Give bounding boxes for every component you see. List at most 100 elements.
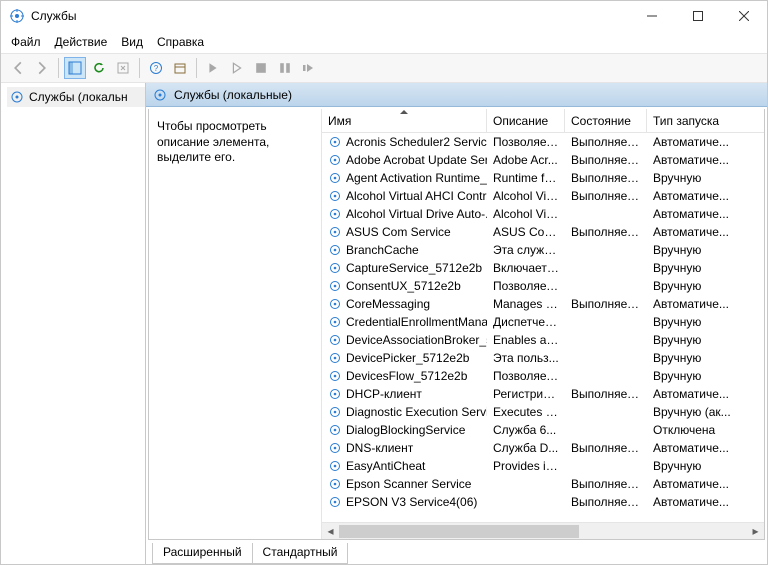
start-service-button[interactable] bbox=[202, 57, 224, 79]
resume-service-button[interactable] bbox=[226, 57, 248, 79]
service-row[interactable]: Epson Scanner ServiceВыполняетсяАвтомати… bbox=[322, 475, 764, 493]
service-row[interactable]: CredentialEnrollmentMana...Диспетчер...В… bbox=[322, 313, 764, 331]
service-row[interactable]: DevicesFlow_5712e2bПозволяет...Вручную bbox=[322, 367, 764, 385]
service-row[interactable]: EPSON V3 Service4(06)ВыполняетсяАвтомати… bbox=[322, 493, 764, 511]
service-row[interactable]: EasyAntiCheatProvides in...Вручную bbox=[322, 457, 764, 475]
service-name: Adobe Acrobat Update Serv... bbox=[346, 153, 487, 167]
service-desc: Позволяет... bbox=[487, 135, 565, 149]
service-row[interactable]: DialogBlockingServiceСлужба 6...Отключен… bbox=[322, 421, 764, 439]
service-row[interactable]: DevicePicker_5712e2bЭта польз...Вручную bbox=[322, 349, 764, 367]
service-start: Автоматиче... bbox=[647, 441, 740, 455]
content-area: Чтобы просмотреть описание элемента, выд… bbox=[148, 109, 765, 540]
gear-icon bbox=[152, 87, 168, 103]
service-name: DNS-клиент bbox=[346, 441, 413, 455]
menu-action[interactable]: Действие bbox=[55, 35, 108, 49]
service-row[interactable]: Adobe Acrobat Update Serv...Adobe Acr...… bbox=[322, 151, 764, 169]
service-row[interactable]: Alcohol Virtual AHCI Contr...Alcohol Vir… bbox=[322, 187, 764, 205]
tab-standard[interactable]: Стандартный bbox=[252, 543, 349, 564]
service-row[interactable]: Alcohol Virtual Drive Auto-...Alcohol Vi… bbox=[322, 205, 764, 223]
service-row[interactable]: BranchCacheЭта служб...Вручную bbox=[322, 241, 764, 259]
svg-text:?: ? bbox=[154, 64, 159, 73]
gear-icon bbox=[328, 351, 342, 365]
gear-icon bbox=[328, 297, 342, 311]
service-name-cell: ASUS Com Service bbox=[322, 225, 487, 239]
service-name-cell: Diagnostic Execution Service bbox=[322, 405, 487, 419]
service-row[interactable]: DHCP-клиентРегистрир...ВыполняетсяАвтома… bbox=[322, 385, 764, 403]
service-row[interactable]: ConsentUX_5712e2bПозволяет...Вручную bbox=[322, 277, 764, 295]
service-name: CaptureService_5712e2b bbox=[346, 261, 482, 275]
column-header-state[interactable]: Состояние bbox=[565, 109, 647, 132]
service-state: Выполняется bbox=[565, 297, 647, 311]
service-name: Agent Activation Runtime_... bbox=[346, 171, 487, 185]
service-start: Автоматиче... bbox=[647, 225, 740, 239]
column-header-name[interactable]: Имя bbox=[322, 109, 487, 132]
service-name-cell: DevicesFlow_5712e2b bbox=[322, 369, 487, 383]
gear-icon bbox=[328, 153, 342, 167]
service-desc: Позволяет... bbox=[487, 369, 565, 383]
scroll-left-arrow[interactable]: ◂ bbox=[322, 523, 339, 540]
service-state: Выполняется bbox=[565, 387, 647, 401]
refresh-button[interactable] bbox=[88, 57, 110, 79]
export-button[interactable] bbox=[112, 57, 134, 79]
show-hide-tree-button[interactable] bbox=[64, 57, 86, 79]
service-name: CoreMessaging bbox=[346, 297, 430, 311]
horizontal-scrollbar[interactable]: ◂ ▸ bbox=[322, 522, 764, 539]
menu-file[interactable]: Файл bbox=[11, 35, 41, 49]
service-row[interactable]: DeviceAssociationBroker_57...Enables ap.… bbox=[322, 331, 764, 349]
pause-service-button[interactable] bbox=[274, 57, 296, 79]
restart-service-button[interactable] bbox=[298, 57, 320, 79]
service-desc: Adobe Acr... bbox=[487, 153, 565, 167]
service-desc: Позволяет... bbox=[487, 279, 565, 293]
titlebar: Службы bbox=[1, 1, 767, 31]
minimize-button[interactable] bbox=[629, 1, 675, 31]
scroll-right-arrow[interactable]: ▸ bbox=[747, 523, 764, 540]
service-name-cell: Acronis Scheduler2 Service bbox=[322, 135, 487, 149]
service-row[interactable]: Acronis Scheduler2 ServiceПозволяет...Вы… bbox=[322, 133, 764, 151]
column-header-start[interactable]: Тип запуска bbox=[647, 109, 740, 132]
gear-icon bbox=[328, 279, 342, 293]
service-desc: Executes di... bbox=[487, 405, 565, 419]
service-name-cell: EPSON V3 Service4(06) bbox=[322, 495, 487, 509]
tab-extended[interactable]: Расширенный bbox=[152, 543, 253, 564]
scroll-thumb[interactable] bbox=[339, 525, 579, 538]
back-button[interactable] bbox=[7, 57, 29, 79]
service-row[interactable]: CaptureService_5712e2bВключает ...Вручну… bbox=[322, 259, 764, 277]
close-button[interactable] bbox=[721, 1, 767, 31]
service-name: DHCP-клиент bbox=[346, 387, 422, 401]
tree-pane: Службы (локальн bbox=[1, 83, 146, 564]
service-name: Acronis Scheduler2 Service bbox=[346, 135, 487, 149]
properties-button[interactable] bbox=[169, 57, 191, 79]
service-state: Выполняется bbox=[565, 171, 647, 185]
forward-button[interactable] bbox=[31, 57, 53, 79]
service-list[interactable]: Acronis Scheduler2 ServiceПозволяет...Вы… bbox=[322, 133, 764, 522]
service-name-cell: Alcohol Virtual Drive Auto-... bbox=[322, 207, 487, 221]
stop-service-button[interactable] bbox=[250, 57, 272, 79]
service-desc: Служба D... bbox=[487, 441, 565, 455]
service-name-cell: DevicePicker_5712e2b bbox=[322, 351, 487, 365]
service-name-cell: EasyAntiCheat bbox=[322, 459, 487, 473]
tree-item-services[interactable]: Службы (локальн bbox=[7, 87, 145, 107]
service-name: DevicePicker_5712e2b bbox=[346, 351, 469, 365]
service-row[interactable]: Diagnostic Execution ServiceExecutes di.… bbox=[322, 403, 764, 421]
service-row[interactable]: Agent Activation Runtime_...Runtime fo..… bbox=[322, 169, 764, 187]
service-row[interactable]: ASUS Com ServiceASUS Com...ВыполняетсяАв… bbox=[322, 223, 764, 241]
service-row[interactable]: CoreMessagingManages c...ВыполняетсяАвто… bbox=[322, 295, 764, 313]
service-start: Вручную bbox=[647, 171, 740, 185]
service-row[interactable]: DNS-клиентСлужба D...ВыполняетсяАвтомати… bbox=[322, 439, 764, 457]
gear-icon bbox=[328, 171, 342, 185]
help-button[interactable]: ? bbox=[145, 57, 167, 79]
toolbar: ? bbox=[1, 53, 767, 83]
menu-view[interactable]: Вид bbox=[121, 35, 143, 49]
service-desc: Manages c... bbox=[487, 297, 565, 311]
gear-icon bbox=[328, 333, 342, 347]
maximize-button[interactable] bbox=[675, 1, 721, 31]
column-header-desc[interactable]: Описание bbox=[487, 109, 565, 132]
service-start: Вручную (ак... bbox=[647, 405, 740, 419]
service-desc: Эта служб... bbox=[487, 243, 565, 257]
gear-icon bbox=[328, 423, 342, 437]
service-name-cell: ConsentUX_5712e2b bbox=[322, 279, 487, 293]
service-start: Вручную bbox=[647, 333, 740, 347]
list-column: Имя Описание Состояние Тип запуска Acron… bbox=[322, 109, 764, 539]
service-start: Вручную bbox=[647, 315, 740, 329]
menu-help[interactable]: Справка bbox=[157, 35, 204, 49]
